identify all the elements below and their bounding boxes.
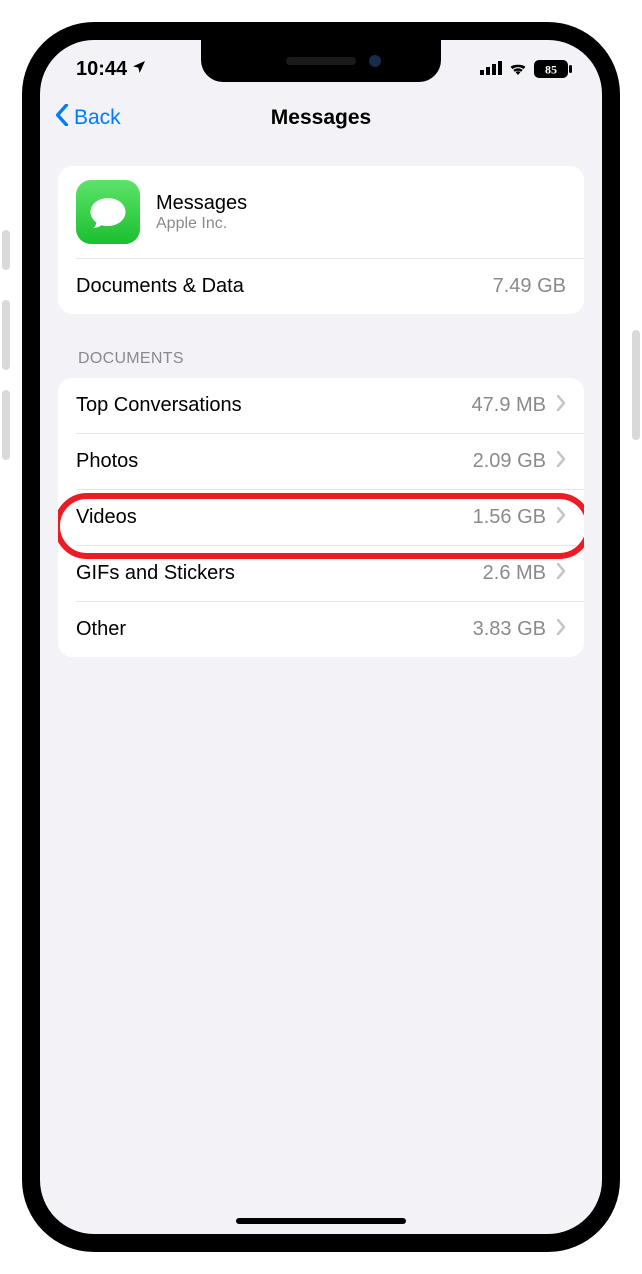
row-top-conversations[interactable]: Top Conversations 47.9 MB [58, 378, 584, 433]
row-label: Top Conversations [76, 394, 242, 417]
row-photos[interactable]: Photos 2.09 GB [58, 434, 584, 489]
chevron-right-icon [556, 562, 566, 585]
app-vendor: Apple Inc. [156, 215, 247, 233]
back-button[interactable]: Back [54, 104, 121, 132]
cellular-icon [480, 58, 502, 81]
battery-icon: 85 [534, 60, 572, 78]
chevron-left-icon [54, 104, 70, 132]
location-icon [131, 58, 147, 81]
volume-down-button [2, 390, 10, 460]
chevron-right-icon [556, 394, 566, 417]
section-header-documents: DOCUMENTS [58, 314, 584, 378]
app-name: Messages [156, 192, 247, 215]
bezel: 10:44 85 [22, 22, 620, 1252]
row-value: 2.6 MB [483, 562, 546, 585]
app-header-row: Messages Apple Inc. [58, 166, 584, 258]
home-indicator[interactable] [236, 1218, 406, 1224]
chevron-right-icon [556, 450, 566, 473]
content: Messages Apple Inc. Documents & Data 7.4… [40, 146, 602, 657]
row-videos[interactable]: Videos 1.56 GB [58, 490, 584, 545]
back-label: Back [74, 106, 121, 130]
row-value: 3.83 GB [473, 618, 546, 641]
screen: 10:44 85 [40, 40, 602, 1234]
wifi-icon [508, 58, 528, 81]
row-value: 1.56 GB [473, 506, 546, 529]
chevron-right-icon [556, 506, 566, 529]
documents-group: Top Conversations 47.9 MB Photos 2.09 GB [58, 378, 584, 657]
row-other[interactable]: Other 3.83 GB [58, 602, 584, 657]
row-gifs-stickers[interactable]: GIFs and Stickers 2.6 MB [58, 546, 584, 601]
chevron-right-icon [556, 618, 566, 641]
notch [201, 40, 441, 82]
row-value: 2.09 GB [473, 450, 546, 473]
row-label: Other [76, 618, 126, 641]
row-label: GIFs and Stickers [76, 562, 235, 585]
documents-and-data-row: Documents & Data 7.49 GB [58, 259, 584, 314]
page-title: Messages [271, 106, 371, 130]
status-time: 10:44 [76, 58, 127, 81]
row-label: Photos [76, 450, 138, 473]
mute-switch [2, 230, 10, 270]
messages-app-icon [76, 180, 140, 244]
side-button [632, 330, 640, 440]
row-label: Videos [76, 506, 137, 529]
device-frame: 10:44 85 [0, 0, 642, 1274]
volume-up-button [2, 300, 10, 370]
battery-text: 85 [545, 63, 557, 77]
nav-bar: Back Messages [40, 90, 602, 146]
docdata-label: Documents & Data [76, 275, 244, 298]
row-value: 47.9 MB [472, 394, 546, 417]
docdata-value: 7.49 GB [493, 275, 566, 298]
app-info-group: Messages Apple Inc. Documents & Data 7.4… [58, 166, 584, 314]
